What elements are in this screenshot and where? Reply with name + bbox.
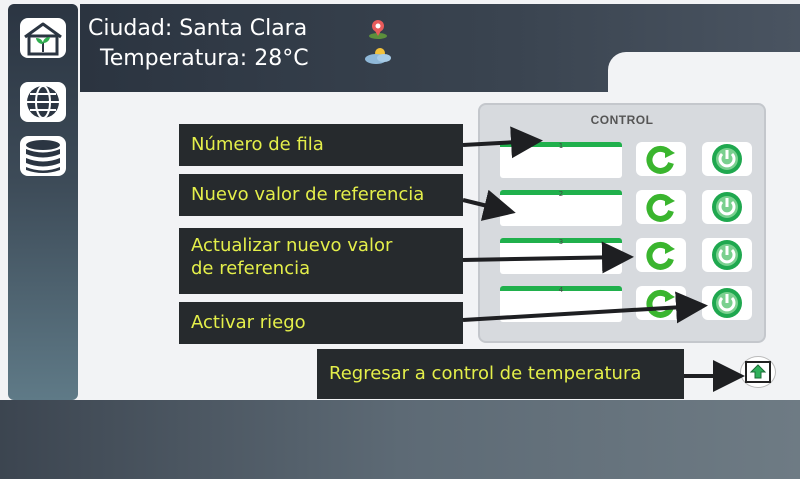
row-3-power-button[interactable] <box>702 238 752 272</box>
refresh-icon <box>646 193 675 222</box>
panel-title: CONTROL <box>590 113 654 127</box>
power-icon <box>712 144 742 174</box>
sidebar <box>8 4 78 400</box>
row-1-power-button[interactable] <box>702 142 752 176</box>
row-1-input[interactable]: 1 <box>500 142 622 178</box>
sidebar-item-greenhouse[interactable] <box>18 16 68 60</box>
cloud-sun-icon <box>365 48 391 64</box>
power-icon <box>712 192 742 222</box>
row-3-input[interactable]: 3 <box>500 238 622 274</box>
greenhouse-icon <box>20 18 66 58</box>
location-pin-icon <box>369 20 387 39</box>
row-4-power-button[interactable] <box>702 286 752 320</box>
row-2-number: 2 <box>558 190 564 198</box>
callout-row-number: Número de fila <box>179 124 463 166</box>
callout-activate: Activar riego <box>179 302 463 344</box>
callout-back: Regresar a control de temperatura <box>317 349 684 399</box>
row-1-number: 1 <box>558 142 564 150</box>
database-icon <box>20 136 66 176</box>
control-panel: CONTROL 1 2 3 4 <box>478 103 766 343</box>
row-1-refresh-button[interactable] <box>636 142 686 176</box>
callout-update-value: Actualizar nuevo valor de referencia <box>179 228 463 294</box>
header-cutout <box>608 52 800 92</box>
power-icon <box>712 288 742 318</box>
row-2-refresh-button[interactable] <box>636 190 686 224</box>
power-icon <box>712 240 742 270</box>
row-4-refresh-button[interactable] <box>636 286 686 320</box>
city-label: Ciudad: Santa Clara <box>88 16 308 41</box>
row-3-number: 3 <box>558 238 564 246</box>
callout-new-value: Nuevo valor de referencia <box>179 174 463 216</box>
globe-icon <box>20 82 66 122</box>
sidebar-item-database[interactable] <box>18 134 68 178</box>
row-2-input[interactable]: 2 <box>500 190 622 226</box>
temperature-label: Temperatura: 28°C <box>100 46 309 71</box>
refresh-icon <box>646 145 675 174</box>
arrow-up-icon <box>745 361 771 383</box>
row-2-power-button[interactable] <box>702 190 752 224</box>
refresh-icon <box>646 289 675 318</box>
callout-update-line2: de referencia <box>191 257 311 279</box>
row-4-number: 4 <box>558 286 564 294</box>
sidebar-item-globe[interactable] <box>18 80 68 124</box>
bottom-bar <box>0 400 800 479</box>
callout-update-line1: Actualizar nuevo valor <box>191 235 393 256</box>
back-to-temperature-button[interactable] <box>740 356 776 388</box>
app-root: Ciudad: Santa Clara Temperatura: 28°C CO… <box>0 0 800 479</box>
refresh-icon <box>646 241 675 270</box>
row-3-refresh-button[interactable] <box>636 238 686 272</box>
row-4-input[interactable]: 4 <box>500 286 622 322</box>
